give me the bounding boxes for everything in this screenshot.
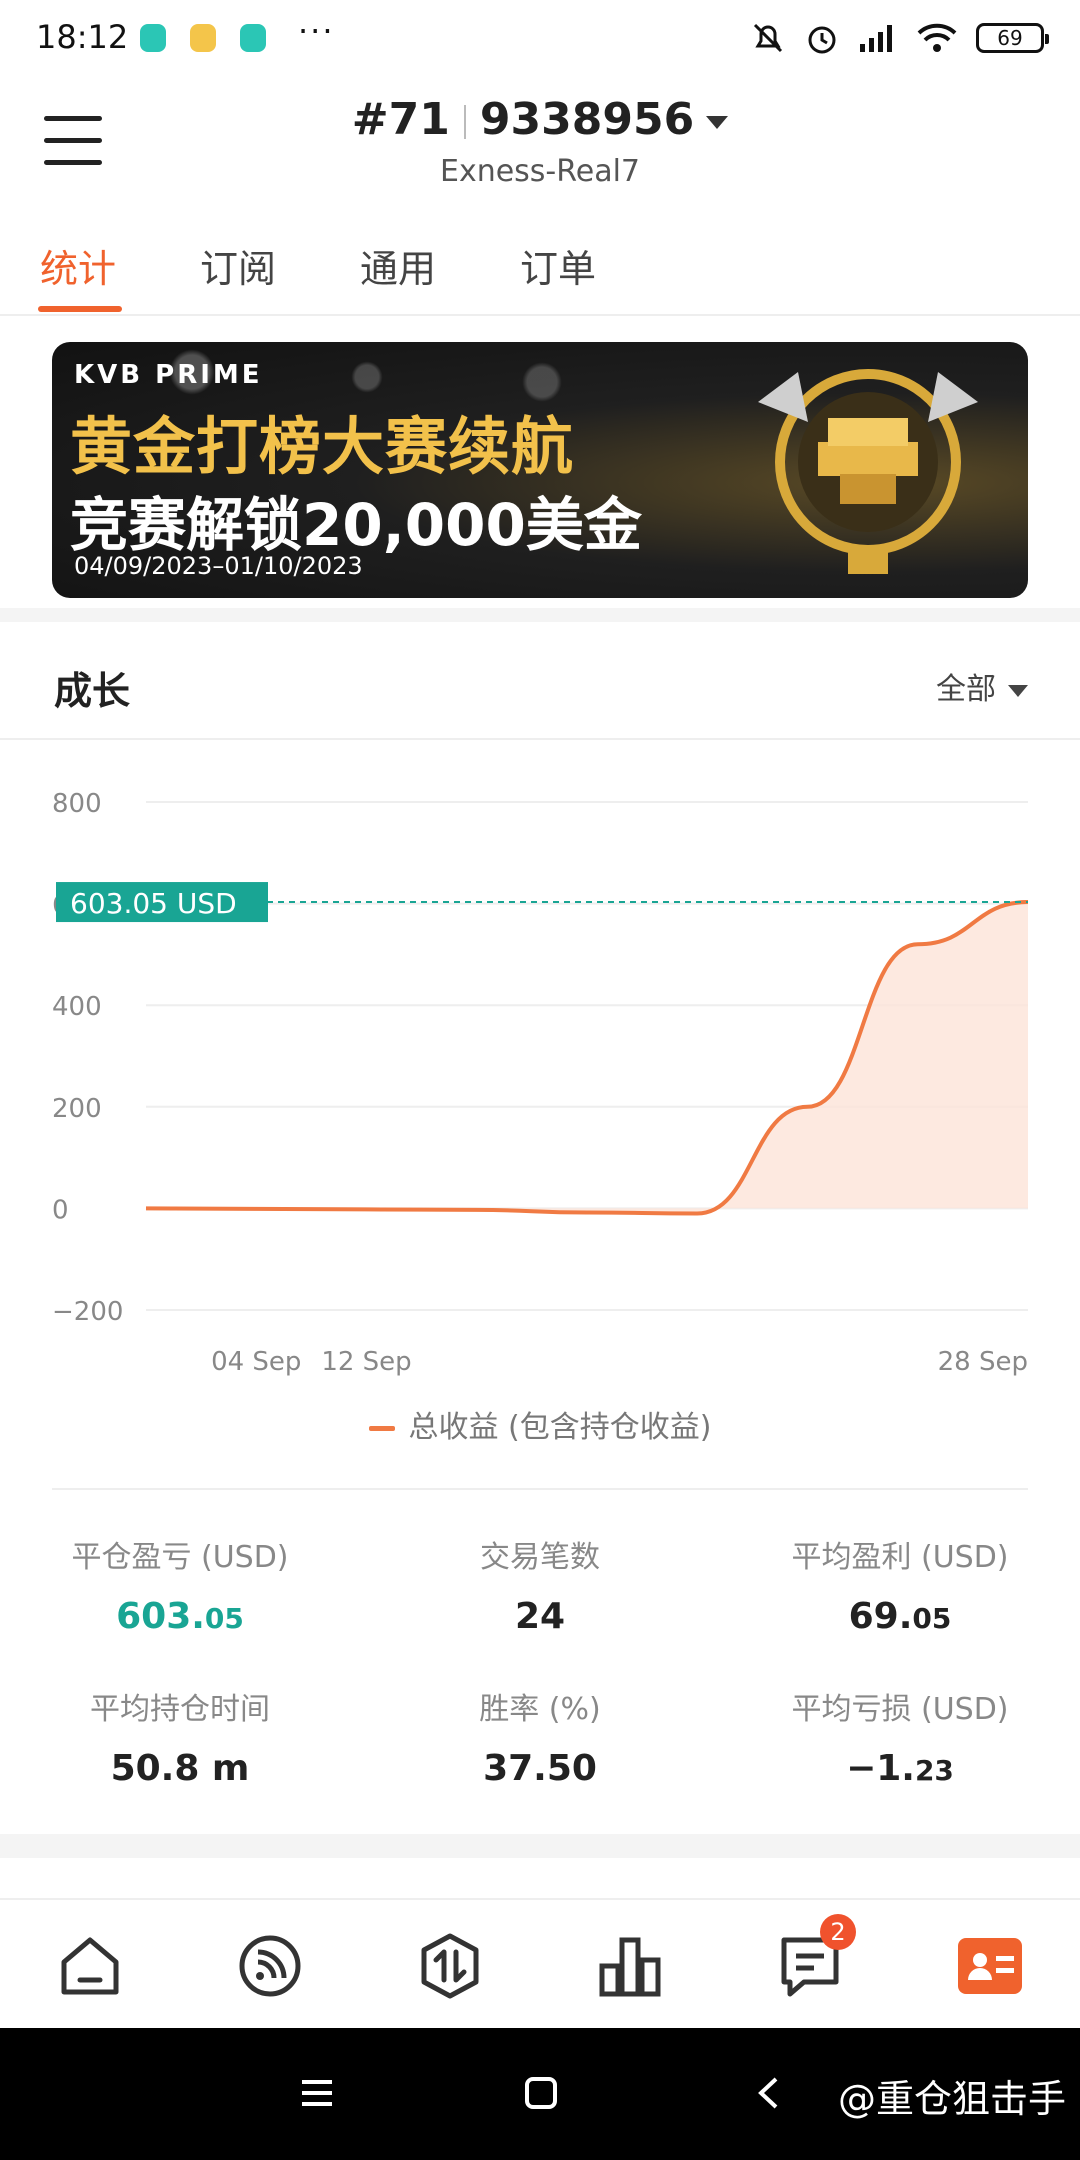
stat-label: 平均盈利 (USD) (791, 1540, 1009, 1575)
app-notification-icon (240, 24, 266, 52)
y-tick-label: −200 (52, 1297, 123, 1327)
series-area (146, 902, 1028, 1214)
nav-messages[interactable]: 2 (774, 1914, 856, 2002)
trade-icon (421, 1933, 479, 1999)
bar-chart-icon (599, 1937, 661, 1997)
message-notification-icon (190, 24, 216, 52)
stat-win-rate: 胜率 (%) 37.50 (360, 1684, 720, 1789)
promo-banner[interactable]: KVB PRIME 黄金打榜大赛续航 竞赛解锁20,000美金 04/09/20… (52, 342, 1028, 598)
tab-general[interactable]: 通用 (360, 238, 436, 293)
legend-label: 总收益 (包含持仓收益) (408, 1410, 712, 1445)
messages-badge: 2 (820, 1914, 856, 1950)
recents-icon[interactable] (300, 2076, 334, 2110)
y-tick-label: 800 (52, 789, 102, 819)
growth-chart-svg: 8006004002000−20004 Sep12 Sep28 Sep603.0… (52, 789, 1029, 1377)
time-range-value: 全部 (936, 672, 996, 707)
stat-value: 603.05 (116, 1596, 244, 1637)
gold-trophy-icon (758, 369, 978, 574)
tab-statistics[interactable]: 统计 (40, 238, 116, 293)
wifi-icon (917, 23, 957, 52)
app-notification-icon (140, 24, 166, 52)
current-value-label: 603.05 USD (70, 887, 237, 920)
system-navigation-bar: @重仓狙击手 (0, 2028, 1080, 2160)
home-icon (61, 1937, 119, 1995)
stat-label: 交易笔数 (480, 1540, 600, 1575)
tab-subscribe[interactable]: 订阅 (200, 238, 276, 293)
active-tab-indicator (38, 306, 122, 312)
time-range-dropdown[interactable]: 全部 (936, 664, 1028, 708)
home-button-icon[interactable] (524, 2076, 558, 2110)
watermark: @重仓狙击手 (837, 2077, 1066, 2121)
stat-trades: 交易笔数 24 (360, 1532, 720, 1637)
more-notifications-icon: ··· (298, 12, 335, 50)
stat-value: −1.23 (846, 1748, 954, 1789)
banner-dates: 04/09/2023–01/10/2023 (74, 552, 363, 580)
chevron-down-icon (1008, 684, 1028, 697)
x-tick-label: 04 Sep (211, 1347, 301, 1377)
stat-value: 69.05 (848, 1596, 952, 1637)
nav-profile[interactable] (954, 1930, 1026, 2002)
legend-swatch (368, 1426, 395, 1431)
bottom-nav: 2 (0, 1898, 1080, 2028)
y-tick-label: 400 (52, 992, 102, 1022)
chart-legend: 总收益 (包含持仓收益) (0, 1402, 1080, 1446)
status-bar: 18:12 ··· 69 (0, 0, 1080, 80)
stat-label: 平均亏损 (USD) (791, 1692, 1009, 1727)
tab-bar: 统计 订阅 通用 订单 (0, 220, 1080, 316)
banner-title: 黄金打榜大赛续航 (70, 410, 575, 483)
battery-icon: 69 (976, 23, 1049, 53)
x-tick-label: 12 Sep (321, 1347, 411, 1377)
banner-brand: KVB PRIME (74, 360, 263, 390)
account-selector[interactable]: #71 9338956 (0, 94, 1080, 145)
status-time: 18:12 (36, 18, 129, 56)
stat-value: 50.8 m (110, 1748, 250, 1789)
account-number: 9338956 (479, 94, 695, 145)
banner-subtitle: 竞赛解锁20,000美金 (70, 491, 642, 559)
stat-avg-profit: 平均盈利 (USD) 69.05 (720, 1532, 1080, 1637)
mute-icon (753, 23, 783, 53)
profile-card-icon (958, 1938, 1022, 1994)
feed-icon (239, 1935, 301, 1997)
chevron-down-icon (706, 115, 729, 129)
nav-home[interactable] (54, 1930, 126, 2002)
app-header: #71 9338956 Exness-Real7 (0, 80, 1080, 200)
server-name: Exness-Real7 (439, 154, 641, 189)
y-tick-label: 200 (52, 1094, 102, 1124)
growth-section-header: 成长 全部 (0, 624, 1080, 740)
x-tick-label: 28 Sep (938, 1347, 1028, 1377)
account-prefix: #71 (351, 94, 450, 145)
tab-orders[interactable]: 订单 (520, 238, 596, 293)
stat-value: 24 (514, 1596, 566, 1637)
stat-value: 37.50 (483, 1748, 597, 1789)
alarm-icon (808, 26, 836, 54)
signal-icon (860, 25, 892, 52)
back-icon[interactable] (756, 2076, 780, 2110)
stat-label: 平均持仓时间 (90, 1692, 270, 1727)
stat-avg-hold-time: 平均持仓时间 50.8 m (0, 1684, 360, 1789)
growth-title: 成长 (54, 669, 131, 713)
nav-market[interactable] (594, 1930, 666, 2002)
stat-label: 平仓盈亏 (USD) (71, 1540, 289, 1575)
stat-avg-loss: 平均亏损 (USD) −1.23 (720, 1684, 1080, 1789)
growth-chart: 8006004002000−20004 Sep12 Sep28 Sep603.0… (0, 760, 1080, 1400)
stat-closed-pl: 平仓盈亏 (USD) 603.05 (0, 1532, 360, 1637)
stat-label: 胜率 (%) (479, 1692, 601, 1727)
nav-feed[interactable] (234, 1930, 306, 2002)
y-tick-label: 0 (52, 1195, 69, 1225)
nav-trade[interactable] (414, 1930, 486, 2002)
